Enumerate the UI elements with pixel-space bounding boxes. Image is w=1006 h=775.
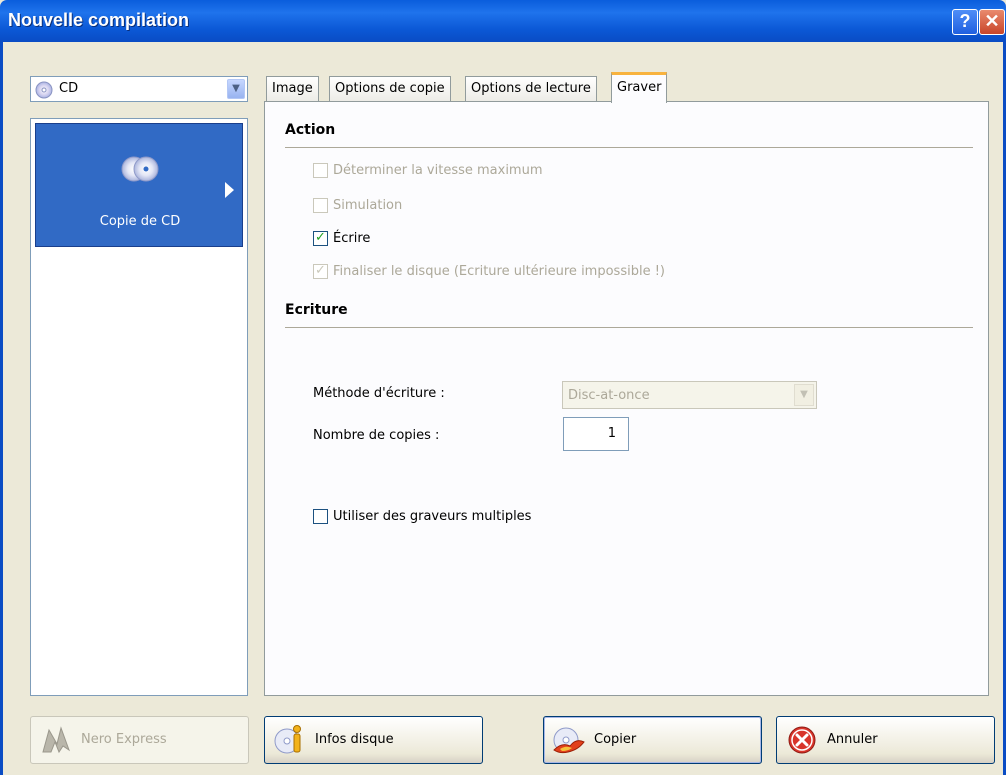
- copier-label: Copier: [594, 732, 637, 747]
- write-method-select[interactable]: Disc-at-once ▼: [562, 381, 817, 409]
- nero-express-button[interactable]: Nero Express: [30, 716, 249, 764]
- nero-logo-icon: [39, 724, 73, 760]
- burn-disc-icon: [552, 724, 586, 760]
- copies-label: Nombre de copies :: [313, 428, 440, 443]
- checkbox-label: Finaliser le disque (Ecriture ultérieure…: [333, 264, 665, 279]
- chevron-down-icon[interactable]: ▼: [227, 79, 245, 99]
- task-item-label: Copie de CD: [99, 214, 181, 229]
- window-border-left: [0, 42, 3, 775]
- window-title: Nouvelle compilation: [8, 10, 190, 30]
- write-method-label: Méthode d'écriture :: [313, 386, 445, 401]
- copies-count-input[interactable]: 1: [563, 417, 629, 451]
- section-divider: [285, 147, 973, 148]
- checkbox-label: Simulation: [333, 198, 403, 213]
- checkbox-simulation[interactable]: Simulation: [313, 198, 402, 213]
- checkbox-ecrire[interactable]: ✓ Écrire: [313, 230, 371, 246]
- annuler-button[interactable]: Annuler: [776, 716, 995, 764]
- title-bar: Nouvelle compilation ? ✕: [0, 0, 1006, 42]
- tab-graver[interactable]: Graver: [611, 72, 668, 103]
- infos-disque-label: Infos disque: [315, 732, 394, 747]
- checkbox-box[interactable]: [313, 509, 328, 524]
- checkbox-box[interactable]: ✓: [313, 230, 328, 246]
- infos-disque-button[interactable]: Infos disque: [264, 716, 483, 764]
- task-item-copie-de-cd[interactable]: Copie de CD: [35, 123, 243, 247]
- checkbox-box[interactable]: ✓: [313, 263, 328, 279]
- checkmark-icon: ✓: [315, 263, 326, 278]
- help-button[interactable]: ?: [952, 9, 978, 35]
- media-type-select[interactable]: CD ▼: [30, 76, 248, 102]
- checkbox-multiple-writers[interactable]: Utiliser des graveurs multiples: [313, 509, 531, 524]
- checkbox-label: Écrire: [333, 231, 371, 246]
- section-title-action: Action: [285, 122, 336, 138]
- cancel-icon: [785, 724, 819, 760]
- chevron-right-icon: [225, 182, 234, 198]
- chevron-down-icon[interactable]: ▼: [794, 384, 814, 406]
- task-list: Copie de CD: [30, 118, 248, 696]
- tab-options-de-lecture[interactable]: Options de lecture: [465, 76, 597, 102]
- media-type-value: CD: [59, 81, 79, 96]
- disc-info-icon: [273, 724, 307, 760]
- two-discs-icon: [120, 154, 160, 188]
- checkbox-box[interactable]: [313, 198, 328, 213]
- close-button[interactable]: ✕: [979, 9, 1005, 35]
- checkbox-finaliser[interactable]: ✓ Finaliser le disque (Ecriture ultérieu…: [313, 263, 665, 279]
- copier-button[interactable]: Copier: [543, 716, 762, 764]
- cd-icon: [35, 81, 53, 103]
- checkbox-label: Utiliser des graveurs multiples: [333, 509, 532, 524]
- nero-express-label: Nero Express: [81, 732, 167, 747]
- checkbox-label: Déterminer la vitesse maximum: [333, 163, 543, 178]
- checkmark-icon: ✓: [315, 230, 326, 245]
- write-method-value: Disc-at-once: [568, 388, 650, 403]
- section-divider: [285, 327, 973, 328]
- section-title-ecriture: Ecriture: [285, 302, 348, 318]
- tab-image[interactable]: Image: [266, 76, 319, 102]
- annuler-label: Annuler: [827, 732, 878, 747]
- checkbox-max-speed[interactable]: Déterminer la vitesse maximum: [313, 163, 543, 178]
- checkbox-box[interactable]: [313, 163, 328, 178]
- tab-options-de-copie[interactable]: Options de copie: [329, 76, 451, 102]
